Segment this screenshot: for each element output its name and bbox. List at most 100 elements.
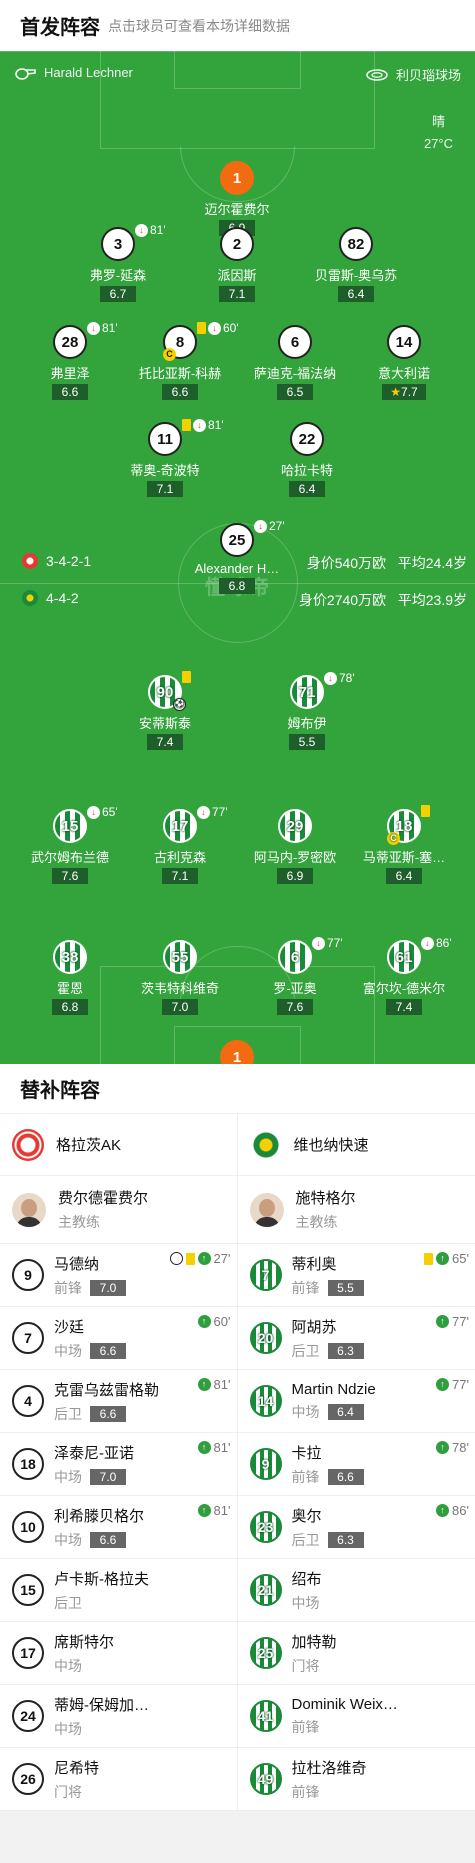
away-value-row: 身价2740万欧 平均23.9岁	[299, 590, 467, 610]
player-events: ↓ 77'	[197, 805, 228, 819]
sub-in-time: 81'	[213, 1377, 231, 1392]
jersey-number: 17	[20, 1645, 36, 1661]
sub-events: ↑ 65'	[424, 1251, 469, 1266]
away-player[interactable]: 61 ↓ 86' 富尔坎-德米尔 7.4	[334, 936, 474, 1016]
captain-icon: C	[387, 832, 400, 845]
sub-time: 81'	[150, 223, 166, 237]
player-events: ↓ 86'	[421, 936, 452, 950]
sub-position: 门将	[54, 1783, 82, 1800]
player-rating-badge: 5.5	[289, 734, 325, 750]
home-player[interactable]: 82 贝雷斯-奥乌苏 6.4	[286, 227, 426, 303]
player-rating-badge: 6.6	[162, 384, 198, 400]
sub-player-row[interactable]: 20 阿胡苏 后卫 6.3 ↑ 77'	[237, 1307, 475, 1370]
jersey-number-badge: 71	[290, 675, 324, 709]
jersey-number: 2	[232, 235, 242, 253]
subs-panel: 格拉茨AK 费尔德霍费尔 主教练 9 马德纳 前锋 7.0 ↑ 27' 7 沙廷 中场 6.6 ↑ 6…	[0, 1114, 475, 1811]
sub-position: 中场	[54, 1720, 82, 1737]
jersey-number: 18	[395, 817, 413, 835]
away-player[interactable]: 90 ⚽ 安蒂斯泰 7.4	[95, 671, 235, 751]
jersey-number-badge: 1	[220, 1040, 254, 1064]
jersey-number-badge: 9	[12, 1259, 44, 1291]
away-coach-role: 主教练	[295, 1214, 338, 1230]
sub-player-row[interactable]: 49 拉杜洛维奇 前锋	[237, 1748, 475, 1811]
sub-player-row[interactable]: 24 蒂姆-保姆加… 中场	[0, 1685, 237, 1748]
jersey-number: 11	[157, 430, 173, 448]
sub-player-row[interactable]: 18 泽泰尼-亚诺 中场 7.0 ↑ 81'	[0, 1433, 237, 1496]
player-rating-badge: 6.8	[52, 999, 88, 1015]
jersey-number-badge: 17	[12, 1637, 44, 1669]
sub-player-row[interactable]: 17 席斯特尔 中场	[0, 1622, 237, 1685]
home-player[interactable]: 1迈尔霍费尔6.9	[167, 161, 307, 237]
home-player[interactable]: 22 哈拉卡特 6.4	[237, 422, 377, 498]
jersey-number-badge: 7	[249, 1259, 282, 1291]
sub-time: 27'	[269, 519, 285, 533]
home-player[interactable]: 25 ↓ 27' Alexander H… 6.8	[167, 519, 307, 595]
jersey-number: 24	[20, 1708, 36, 1724]
away-coach-row[interactable]: 施特格尔 主教练	[237, 1176, 475, 1244]
jersey-number: 41	[257, 1708, 274, 1724]
sub-player-name: 卡拉	[291, 1444, 322, 1462]
sub-in-time: 77'	[452, 1314, 469, 1329]
sub-position: 门将	[291, 1657, 320, 1674]
sub-position: 中场	[291, 1594, 320, 1611]
sub-player-row[interactable]: 4 克雷乌兹雷格勒 后卫 6.6 ↑ 81'	[0, 1370, 237, 1433]
sub-player-row[interactable]: 7 沙廷 中场 6.6 ↑ 60'	[0, 1307, 237, 1370]
player-name: 蒂奥-奇波特	[130, 463, 200, 478]
home-coach-avatar	[12, 1192, 46, 1227]
player-rating: 7.1	[156, 482, 174, 496]
sub-time: 86'	[436, 936, 452, 950]
yellow-card-icon	[197, 322, 206, 334]
home-subs-column: 格拉茨AK 费尔德霍费尔 主教练 9 马德纳 前锋 7.0 ↑ 27' 7 沙廷 中场 6.6 ↑ 6…	[0, 1114, 238, 1811]
away-player[interactable]: 71 ↓ 78' 姆布伊 5.5	[237, 671, 377, 751]
sub-player-row[interactable]: 23 奥尔 后卫 6.3 ↑ 86'	[237, 1496, 475, 1559]
player-rating: 6.7	[109, 287, 127, 301]
stadium-name: 利贝瑙球场	[395, 68, 461, 83]
sub-player-row[interactable]: 41 Dominik Weix… 前锋	[237, 1685, 475, 1748]
away-player[interactable]: 18 C 马蒂亚斯-塞… 6.4	[334, 805, 474, 885]
yellow-card-icon	[185, 1252, 195, 1265]
sub-events: ↑ 27'	[169, 1251, 231, 1266]
jersey-number-badge: 25	[220, 523, 254, 557]
player-name: 安蒂斯泰	[138, 716, 191, 731]
jersey-number: 71	[298, 683, 316, 701]
sub-player-row[interactable]: 26 尼希特 门将	[0, 1748, 237, 1811]
home-team-row[interactable]: 格拉茨AK	[0, 1114, 237, 1176]
sub-player-row[interactable]: 9 马德纳 前锋 7.0 ↑ 27'	[0, 1244, 237, 1307]
sub-events: ↑ 60'	[197, 1314, 231, 1329]
player-rating: 6.4	[395, 869, 413, 883]
sub-rating: 6.3	[327, 1531, 364, 1548]
sub-out-icon: ↓	[87, 805, 100, 819]
jersey-number: 22	[298, 430, 316, 448]
jersey-number-badge: 10	[12, 1511, 44, 1543]
player-rating: 6.5	[286, 385, 304, 399]
sub-player-row[interactable]: 15 卢卡斯-格拉夫 后卫	[0, 1559, 237, 1622]
player-name: 贝雷斯-奥乌苏	[314, 268, 398, 283]
player-events: ↓ 27'	[254, 519, 285, 533]
sub-player-row[interactable]: 25 加特勒 门将	[237, 1622, 475, 1685]
sub-position: 前锋	[291, 1783, 320, 1800]
home-player[interactable]: 14 意大利诺 ★7.7	[334, 325, 474, 401]
sub-player-name: 卢卡斯-格拉夫	[54, 1570, 149, 1588]
sub-player-row[interactable]: 9 卡拉 前锋 6.6 ↑ 78'	[237, 1433, 475, 1496]
away-team-row[interactable]: 维也纳快速	[237, 1114, 475, 1176]
jersey-number: 1	[232, 169, 242, 187]
away-player[interactable]: 1赫德尔6.7	[167, 1040, 307, 1064]
home-player[interactable]: 11 ↓ 81' 蒂奥-奇波特 7.1	[95, 418, 235, 498]
sub-player-row[interactable]: 21 绍布 中场	[237, 1559, 475, 1622]
player-rating-badge: 7.4	[147, 734, 183, 750]
sub-player-row[interactable]: 7 蒂利奥 前锋 5.5 ↑ 65'	[237, 1244, 475, 1307]
sub-position: 中场	[54, 1468, 82, 1485]
player-rating-badge: 7.6	[52, 868, 88, 884]
goal-ball-icon: ⚽	[173, 698, 186, 711]
home-coach-row[interactable]: 费尔德霍费尔 主教练	[0, 1176, 237, 1244]
sub-in-time: 81'	[213, 1440, 231, 1455]
sub-player-row[interactable]: 14 Martin Ndzie 中场 6.4 ↑ 77'	[237, 1370, 475, 1433]
player-rating-badge: 7.6	[277, 999, 313, 1015]
sub-events: ↑ 81'	[197, 1503, 231, 1518]
sub-player-row[interactable]: 10 利希滕贝格尔 中场 6.6 ↑ 81'	[0, 1496, 237, 1559]
jersey-number: 10	[20, 1519, 36, 1535]
jersey-number-badge: 61	[387, 940, 421, 974]
yellow-card-icon	[421, 805, 430, 817]
sub-out-icon: ↓	[87, 321, 100, 335]
sub-position: 前锋	[54, 1279, 82, 1296]
